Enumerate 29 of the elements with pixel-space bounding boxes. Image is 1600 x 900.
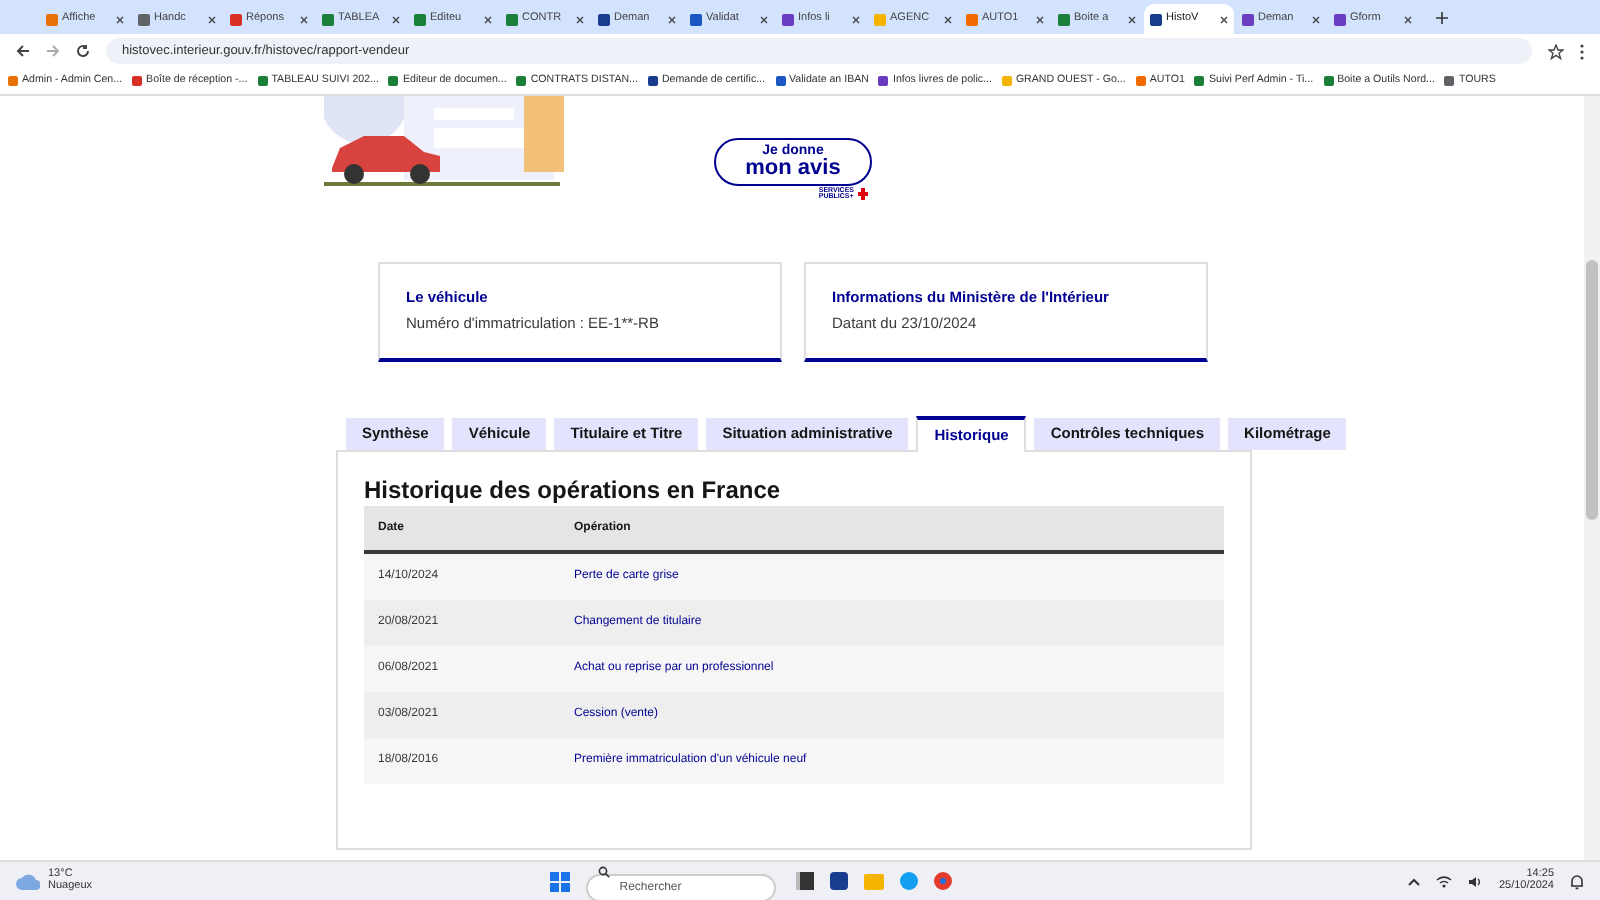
back-icon[interactable] [16, 44, 30, 58]
close-icon[interactable] [760, 15, 768, 23]
close-icon[interactable] [944, 15, 952, 23]
new-tab-icon[interactable] [1436, 12, 1448, 24]
close-icon[interactable] [116, 15, 124, 23]
scrollbar-thumb[interactable] [1586, 260, 1598, 520]
close-icon[interactable] [576, 15, 584, 23]
search-icon [597, 865, 610, 877]
close-icon[interactable] [852, 15, 860, 23]
star-icon[interactable] [1548, 43, 1564, 59]
scrollbar[interactable] [1584, 96, 1600, 860]
chevron-icon[interactable] [1408, 877, 1421, 885]
start-icon[interactable] [549, 871, 570, 891]
close-icon[interactable] [1220, 15, 1228, 23]
close-icon[interactable] [1036, 15, 1044, 23]
close-icon[interactable] [300, 15, 308, 23]
close-icon[interactable] [484, 15, 492, 23]
close-icon[interactable] [208, 15, 216, 23]
close-icon[interactable] [1404, 15, 1412, 23]
close-icon[interactable] [1312, 15, 1320, 23]
section-heading: Historique des opérations en France [364, 478, 783, 502]
close-icon[interactable] [1128, 15, 1136, 23]
speaker-icon[interactable] [1468, 875, 1483, 887]
network-icon[interactable] [1436, 875, 1453, 887]
bell-icon[interactable] [1570, 873, 1584, 889]
close-icon[interactable] [668, 15, 676, 23]
close-icon[interactable] [392, 15, 400, 23]
reload-icon[interactable] [76, 44, 90, 58]
cloud-icon [16, 873, 40, 889]
